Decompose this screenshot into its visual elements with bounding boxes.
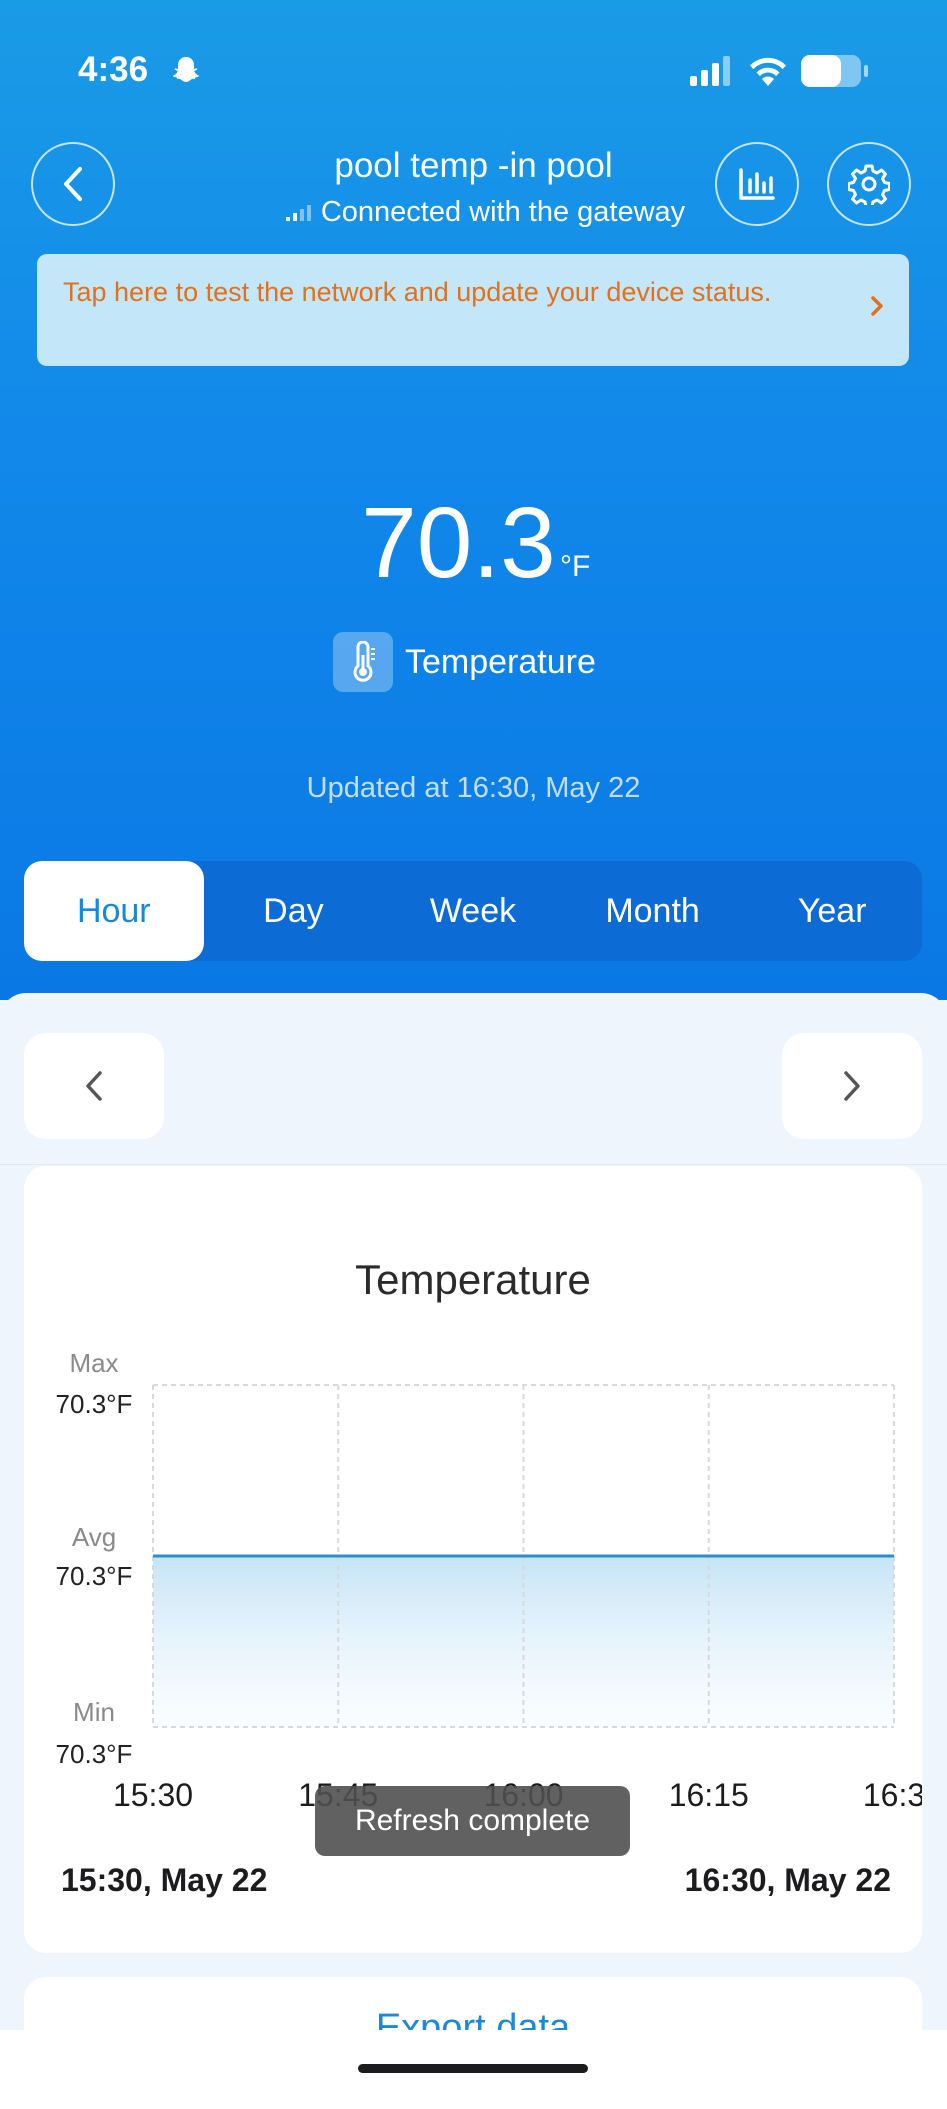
period-tabs: Hour Day Week Month Year [24,861,922,961]
battery-icon [801,55,868,87]
chevron-left-icon [86,1071,102,1101]
divider [0,1164,947,1165]
connection-signal-icon [285,204,311,221]
wifi-icon [750,57,786,86]
min-label: Min [73,1697,115,1727]
current-reading-unit: °F [560,550,591,583]
max-value: 70.3°F [56,1389,133,1419]
tab-week[interactable]: Week [383,861,563,961]
current-reading-value: 70.3 [361,487,556,599]
thermometer-icon [333,632,393,692]
tab-day[interactable]: Day [204,861,384,961]
metric-selector: Temperature [333,632,596,692]
connection-status: Connected with the gateway [0,196,947,229]
network-test-banner[interactable]: Tap here to test the network and update … [37,254,909,366]
next-period-button[interactable] [782,1033,922,1139]
refresh-toast: Refresh complete [315,1786,630,1856]
x-tick-label: 16:15 [669,1777,749,1813]
settings-button[interactable] [827,142,911,226]
max-label: Max [69,1348,118,1378]
updated-timestamp: Updated at 16:30, May 22 [306,772,641,804]
range-end: 16:30, May 22 [684,1862,891,1898]
home-indicator[interactable] [358,2064,588,2073]
tab-hour[interactable]: Hour [24,861,204,961]
metric-label: Temperature [405,642,596,681]
cellular-signal-icon [690,56,730,86]
avg-value: 70.3°F [56,1561,133,1591]
x-tick-label: 16:3 [863,1777,922,1813]
chevron-right-icon [871,296,883,316]
snapchat-icon [173,57,199,82]
previous-period-button[interactable] [24,1033,164,1139]
tab-month[interactable]: Month [563,861,743,961]
device-title: pool temp -in pool [334,146,613,185]
banner-text: Tap here to test the network and update … [63,277,772,307]
x-tick-label: 15:30 [113,1777,193,1813]
avg-label: Avg [72,1522,116,1552]
range-start: 15:30, May 22 [61,1862,268,1898]
min-value: 70.3°F [56,1739,133,1769]
export-card[interactable]: Export data [24,1977,922,2037]
chevron-right-icon [844,1071,860,1101]
bar-chart-icon [739,168,775,200]
statistics-button[interactable] [715,142,799,226]
status-time: 4:36 [78,50,149,89]
connection-text: Connected with the gateway [320,196,686,228]
gear-icon [848,164,890,205]
tab-year[interactable]: Year [742,861,922,961]
